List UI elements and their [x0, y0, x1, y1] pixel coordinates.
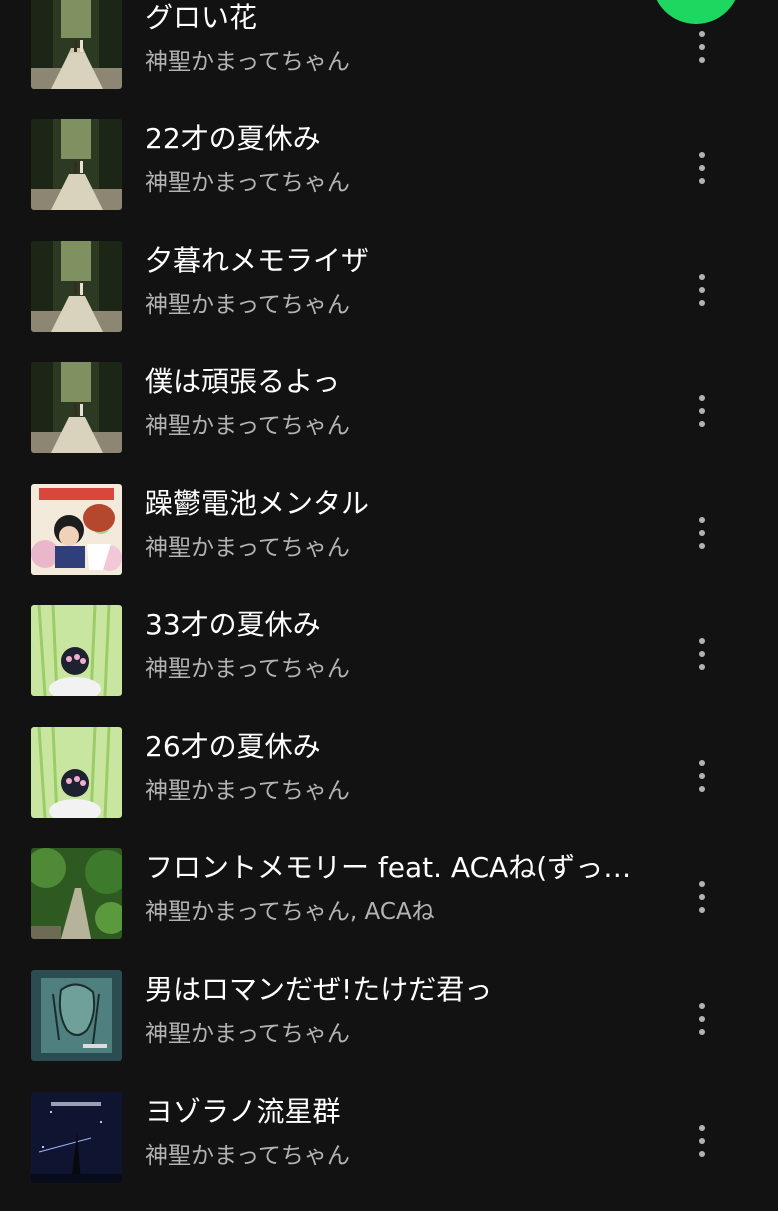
- track-artist: 神聖かまってちゃん: [145, 778, 350, 804]
- track-row[interactable]: グロい花 神聖かまってちゃん: [0, 0, 778, 117]
- track-artist: 神聖かまってちゃん, ACAね: [145, 899, 435, 925]
- track-artist: 神聖かまってちゃん: [145, 535, 350, 561]
- track-row[interactable]: 22才の夏休み 神聖かまってちゃん: [0, 117, 778, 238]
- track-row[interactable]: 僕は頑張るよっ 神聖かまってちゃん: [0, 360, 778, 481]
- track-row[interactable]: ヨゾラノ流星群 神聖かまってちゃん: [0, 1090, 778, 1211]
- track-title: フロントメモリー feat. ACAね(ずっ…: [145, 851, 632, 884]
- album-art: [31, 484, 122, 575]
- track-artist: 神聖かまってちゃん: [145, 170, 350, 196]
- track-artist: 神聖かまってちゃん: [145, 292, 350, 318]
- album-art: [31, 605, 122, 696]
- track-artist: 神聖かまってちゃん: [145, 1143, 350, 1169]
- more-vertical-icon[interactable]: [680, 380, 724, 440]
- more-vertical-icon[interactable]: [680, 16, 724, 76]
- track-title: 僕は頑張るよっ: [145, 365, 341, 398]
- track-title: ヨゾラノ流星群: [145, 1095, 341, 1128]
- track-artist: 神聖かまってちゃん: [145, 1021, 350, 1047]
- more-vertical-icon[interactable]: [680, 502, 724, 562]
- track-title: 躁鬱電池メンタル: [145, 487, 370, 520]
- album-art: [31, 362, 122, 453]
- album-art: [31, 1092, 122, 1183]
- track-title: 夕暮れメモライザ: [145, 244, 370, 277]
- album-art: [31, 0, 122, 89]
- track-row[interactable]: 26才の夏休み 神聖かまってちゃん: [0, 725, 778, 846]
- more-vertical-icon[interactable]: [680, 745, 724, 805]
- album-art: [31, 241, 122, 332]
- track-artist: 神聖かまってちゃん: [145, 413, 350, 439]
- track-title: 男はロマンだぜ!たけだ君っ: [145, 973, 493, 1006]
- track-title: 33才の夏休み: [145, 608, 321, 641]
- more-vertical-icon[interactable]: [680, 1110, 724, 1170]
- more-vertical-icon[interactable]: [680, 866, 724, 926]
- track-title: 26才の夏休み: [145, 730, 321, 763]
- more-vertical-icon[interactable]: [680, 623, 724, 683]
- album-art: [31, 848, 122, 939]
- track-row[interactable]: 33才の夏休み 神聖かまってちゃん: [0, 603, 778, 724]
- more-vertical-icon[interactable]: [680, 259, 724, 319]
- track-row[interactable]: 躁鬱電池メンタル 神聖かまってちゃん: [0, 482, 778, 603]
- track-artist: 神聖かまってちゃん: [145, 656, 350, 682]
- track-row[interactable]: フロントメモリー feat. ACAね(ずっ… 神聖かまってちゃん, ACAね: [0, 846, 778, 967]
- track-artist: 神聖かまってちゃん: [145, 49, 350, 75]
- album-art: [31, 119, 122, 210]
- more-vertical-icon[interactable]: [680, 137, 724, 197]
- album-art: [31, 970, 122, 1061]
- track-title: 22才の夏休み: [145, 122, 321, 155]
- track-row[interactable]: 夕暮れメモライザ 神聖かまってちゃん: [0, 239, 778, 360]
- track-title: グロい花: [145, 1, 258, 34]
- more-vertical-icon[interactable]: [680, 988, 724, 1048]
- album-art: [31, 727, 122, 818]
- track-row[interactable]: 男はロマンだぜ!たけだ君っ 神聖かまってちゃん: [0, 968, 778, 1089]
